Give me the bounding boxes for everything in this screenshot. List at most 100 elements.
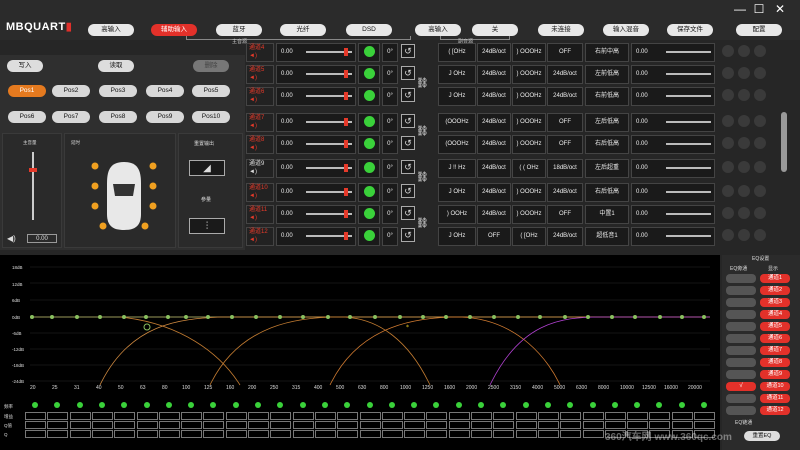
channel-name[interactable]: 通道7 ◄)	[246, 113, 274, 132]
band-param-cell[interactable]	[136, 412, 158, 420]
hp-slope-cell[interactable]: 24dB/oct	[477, 183, 511, 202]
master-volume-value[interactable]: 0.00	[27, 234, 57, 243]
channel-name[interactable]: 通道9 ◄)	[246, 159, 274, 178]
lp-slope-cell[interactable]: 24dB/oct	[547, 183, 583, 202]
gain-slider[interactable]	[666, 51, 711, 53]
band-param-cell[interactable]	[582, 412, 604, 420]
lp-slope-cell[interactable]: 24dB/oct	[547, 227, 583, 246]
band-param-cell[interactable]	[381, 421, 403, 429]
hp-slope-cell[interactable]: 24dB/oct	[477, 159, 511, 178]
delay-slider-knob[interactable]	[344, 92, 348, 100]
lp-freq-cell[interactable]: ) OOOHz	[512, 65, 546, 84]
delay-slider-knob[interactable]	[344, 140, 348, 148]
band-param-cell[interactable]	[493, 421, 515, 429]
phase-cell[interactable]: 0°	[382, 135, 398, 154]
invert-icon[interactable]: ↺	[401, 44, 415, 58]
band-param-cell[interactable]	[471, 412, 492, 420]
band-param-cell[interactable]	[537, 412, 559, 420]
band-param-cell[interactable]	[91, 430, 113, 438]
minimize-button[interactable]: —	[733, 3, 747, 15]
band-enable-indicator[interactable]	[210, 402, 217, 408]
band-param-cell[interactable]	[337, 421, 359, 429]
band-param-cell[interactable]	[694, 412, 715, 420]
channel-toggle-3[interactable]: 通道3	[760, 298, 790, 307]
band-enable-indicator[interactable]	[321, 402, 328, 408]
band-enable-indicator[interactable]	[121, 402, 128, 408]
band-param-cell[interactable]	[181, 430, 203, 438]
delay-slider-knob[interactable]	[344, 70, 348, 78]
preset-pos9[interactable]: Pos9	[146, 111, 184, 123]
lp-freq-cell[interactable]: ) OOOHz	[512, 43, 546, 62]
phase-cell[interactable]: 0°	[382, 113, 398, 132]
aux-button[interactable]	[738, 207, 750, 219]
output-select[interactable]: 右前中高	[585, 43, 629, 62]
aux-button[interactable]	[722, 89, 734, 101]
band-param-cell[interactable]	[91, 412, 113, 420]
channel-toggle-1[interactable]: 通道1	[760, 274, 790, 283]
channel-name[interactable]: 通道6 ◄)	[246, 87, 274, 106]
hp-freq-cell[interactable]: J OHz	[438, 227, 476, 246]
band-param-cell[interactable]	[25, 430, 46, 438]
band-param-cell[interactable]	[136, 430, 158, 438]
output-select[interactable]: 右后低高	[585, 135, 629, 154]
band-param-cell[interactable]	[114, 421, 136, 429]
hp-freq-cell[interactable]: ) OOHz	[438, 205, 476, 224]
band-param-cell[interactable]	[426, 421, 448, 429]
band-param-cell[interactable]	[404, 421, 426, 429]
eq-bypass-toggle[interactable]	[726, 346, 756, 355]
band-param-cell[interactable]	[537, 421, 559, 429]
band-param-cell[interactable]	[471, 430, 492, 438]
hp-slope-cell[interactable]: OFF	[477, 227, 511, 246]
band-param-cell[interactable]	[69, 421, 91, 429]
band-param-cell[interactable]	[604, 412, 626, 420]
band-param-cell[interactable]	[292, 412, 314, 420]
band-enable-indicator[interactable]	[188, 402, 195, 408]
band-param-cell[interactable]	[671, 412, 693, 420]
input-aux-button[interactable]: 辅助输入	[151, 24, 197, 36]
output-select[interactable]: 右后低高	[585, 183, 629, 202]
aux-button[interactable]	[722, 137, 734, 149]
eq-bypass-toggle[interactable]	[726, 394, 756, 403]
sub-off-button[interactable]: 关	[472, 24, 518, 36]
aux-button[interactable]	[722, 45, 734, 57]
band-param-cell[interactable]	[381, 412, 403, 420]
band-param-cell[interactable]	[359, 430, 381, 438]
channel-scrollbar[interactable]	[781, 112, 787, 172]
band-param-cell[interactable]	[203, 430, 225, 438]
delay-slider-knob[interactable]	[344, 232, 348, 240]
phase-cell[interactable]: 0°	[382, 43, 398, 62]
invert-icon[interactable]: ↺	[401, 160, 415, 174]
band-enable-indicator[interactable]	[98, 402, 105, 408]
channel-enable-indicator[interactable]	[364, 68, 375, 79]
band-param-cell[interactable]	[225, 421, 247, 429]
band-enable-indicator[interactable]	[455, 402, 462, 408]
hp-freq-cell[interactable]: J OHz	[438, 87, 476, 106]
channel-toggle-4[interactable]: 通道4	[760, 310, 790, 319]
output-select[interactable]: 中置1	[585, 205, 629, 224]
band-param-cell[interactable]	[314, 412, 336, 420]
preset-pos7[interactable]: Pos7	[52, 111, 90, 123]
aux-button[interactable]	[754, 137, 766, 149]
route-output-button[interactable]: ◢	[189, 160, 225, 176]
aux-button[interactable]	[738, 161, 750, 173]
band-param-cell[interactable]	[225, 412, 247, 420]
config-button[interactable]: 配置	[736, 24, 782, 36]
preset-pos6[interactable]: Pos6	[8, 111, 46, 123]
gain-slider[interactable]	[666, 121, 711, 123]
delete-button[interactable]: 删除	[193, 60, 229, 72]
eq-bypass-toggle[interactable]	[726, 334, 756, 343]
band-param-cell[interactable]	[69, 430, 91, 438]
aux-button[interactable]	[738, 137, 750, 149]
input-mix-button[interactable]: 输入混音	[603, 24, 649, 36]
eq-bypass-toggle[interactable]	[726, 358, 756, 367]
channel-toggle-2[interactable]: 通道2	[760, 286, 790, 295]
hp-freq-cell[interactable]: J !! Hz	[438, 159, 476, 178]
aux-button[interactable]	[754, 115, 766, 127]
band-param-cell[interactable]	[314, 430, 336, 438]
band-param-cell[interactable]	[426, 412, 448, 420]
channel-enable-indicator[interactable]	[364, 116, 375, 127]
save-file-button[interactable]: 保存文件	[667, 24, 713, 36]
band-enable-indicator[interactable]	[299, 402, 306, 408]
band-enable-indicator[interactable]	[656, 402, 663, 408]
eq-bypass-toggle[interactable]: √	[726, 382, 756, 391]
